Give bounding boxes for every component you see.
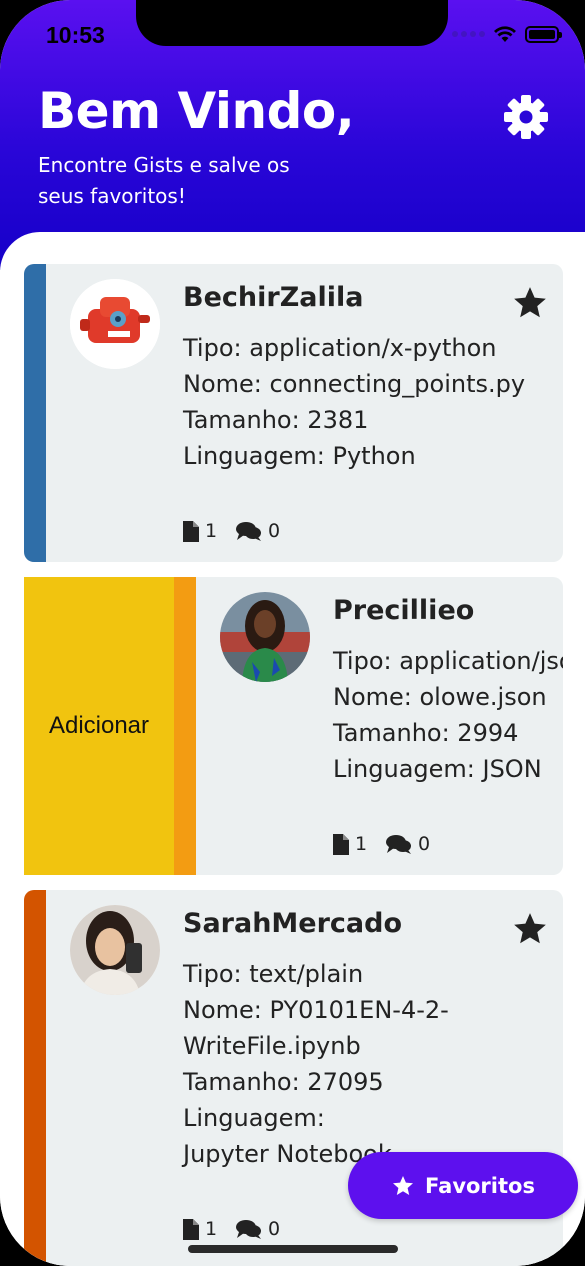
file-count-value: 1 xyxy=(205,1218,218,1240)
gist-filename-cont: WriteFile.ipynb xyxy=(183,1032,361,1060)
comments-icon xyxy=(236,1220,261,1239)
gist-size: Tamanho: 27095 xyxy=(183,1068,384,1096)
gist-filename: Nome: olowe.json xyxy=(333,683,547,711)
swipe-action-label: Adicionar xyxy=(48,712,150,739)
gist-card[interactable]: BechirZalila Tipo: application/x-python … xyxy=(24,264,563,562)
status-time: 10:53 xyxy=(46,22,105,48)
favorites-button[interactable]: Favoritos xyxy=(348,1152,578,1219)
comments-icon xyxy=(236,522,261,541)
page-title: Bem Vindo, xyxy=(38,82,355,140)
home-indicator[interactable] xyxy=(188,1245,398,1253)
favorite-star-button[interactable] xyxy=(511,284,549,322)
settings-button[interactable] xyxy=(503,94,549,140)
add-favorite-swipe-action[interactable]: Adicionar xyxy=(24,577,174,875)
phone-screen: 10:53 Bem Vindo, Encontre Gists e salve … xyxy=(0,0,585,1266)
gist-language: Linguagem: xyxy=(183,1104,325,1132)
card-accent-stripe xyxy=(24,264,46,562)
avatar xyxy=(70,905,160,995)
gist-type: Tipo: text/plain xyxy=(183,960,364,988)
gear-icon xyxy=(504,95,548,139)
star-icon xyxy=(514,913,546,944)
owner-name: Precillieo xyxy=(333,595,475,626)
file-icon xyxy=(183,520,199,542)
file-count-value: 1 xyxy=(205,520,218,542)
comment-count: 0 xyxy=(236,520,280,542)
gist-filename: Nome: PY0101EN-4-2- xyxy=(183,996,449,1024)
gist-type: Tipo: application/json xyxy=(333,647,563,675)
favorites-button-label: Favoritos xyxy=(425,1173,535,1198)
owner-name: SarahMercado xyxy=(183,908,403,939)
gist-language: Linguagem: JSON xyxy=(333,755,542,783)
avatar xyxy=(70,279,160,369)
star-icon xyxy=(393,1175,414,1195)
wifi-icon xyxy=(494,26,516,42)
owner-name: BechirZalila xyxy=(183,282,364,313)
signal-icon xyxy=(452,31,485,37)
file-count: 1 xyxy=(183,520,217,542)
comment-count: 0 xyxy=(236,1218,280,1240)
header: 10:53 Bem Vindo, Encontre Gists e salve … xyxy=(0,0,585,270)
comment-count: 0 xyxy=(386,833,430,855)
gist-language: Linguagem: Python xyxy=(183,442,416,470)
file-count: 1 xyxy=(333,833,367,855)
gist-size: Tamanho: 2994 xyxy=(333,719,519,747)
file-count-value: 1 xyxy=(355,833,368,855)
avatar xyxy=(220,592,310,682)
gist-size: Tamanho: 2381 xyxy=(183,406,369,434)
card-accent-stripe xyxy=(174,577,196,875)
file-icon xyxy=(333,833,349,855)
favorite-star-button[interactable] xyxy=(511,910,549,948)
star-icon xyxy=(514,287,546,318)
notch xyxy=(136,0,448,46)
page-subtitle: Encontre Gists e salve os seus favoritos… xyxy=(38,153,290,208)
gist-type: Tipo: application/x-python xyxy=(183,334,497,362)
comment-count-value: 0 xyxy=(268,520,281,542)
file-count: 1 xyxy=(183,1218,217,1240)
gist-filename: Nome: connecting_points.py xyxy=(183,370,526,398)
file-icon xyxy=(183,1218,199,1240)
gist-card[interactable]: Precillieo Tipo: application/json Nome: … xyxy=(174,577,563,875)
comment-count-value: 0 xyxy=(268,1218,281,1240)
card-accent-stripe xyxy=(24,890,46,1266)
comments-icon xyxy=(386,835,411,854)
battery-icon xyxy=(525,25,562,43)
status-icons xyxy=(452,25,562,43)
comment-count-value: 0 xyxy=(418,833,431,855)
